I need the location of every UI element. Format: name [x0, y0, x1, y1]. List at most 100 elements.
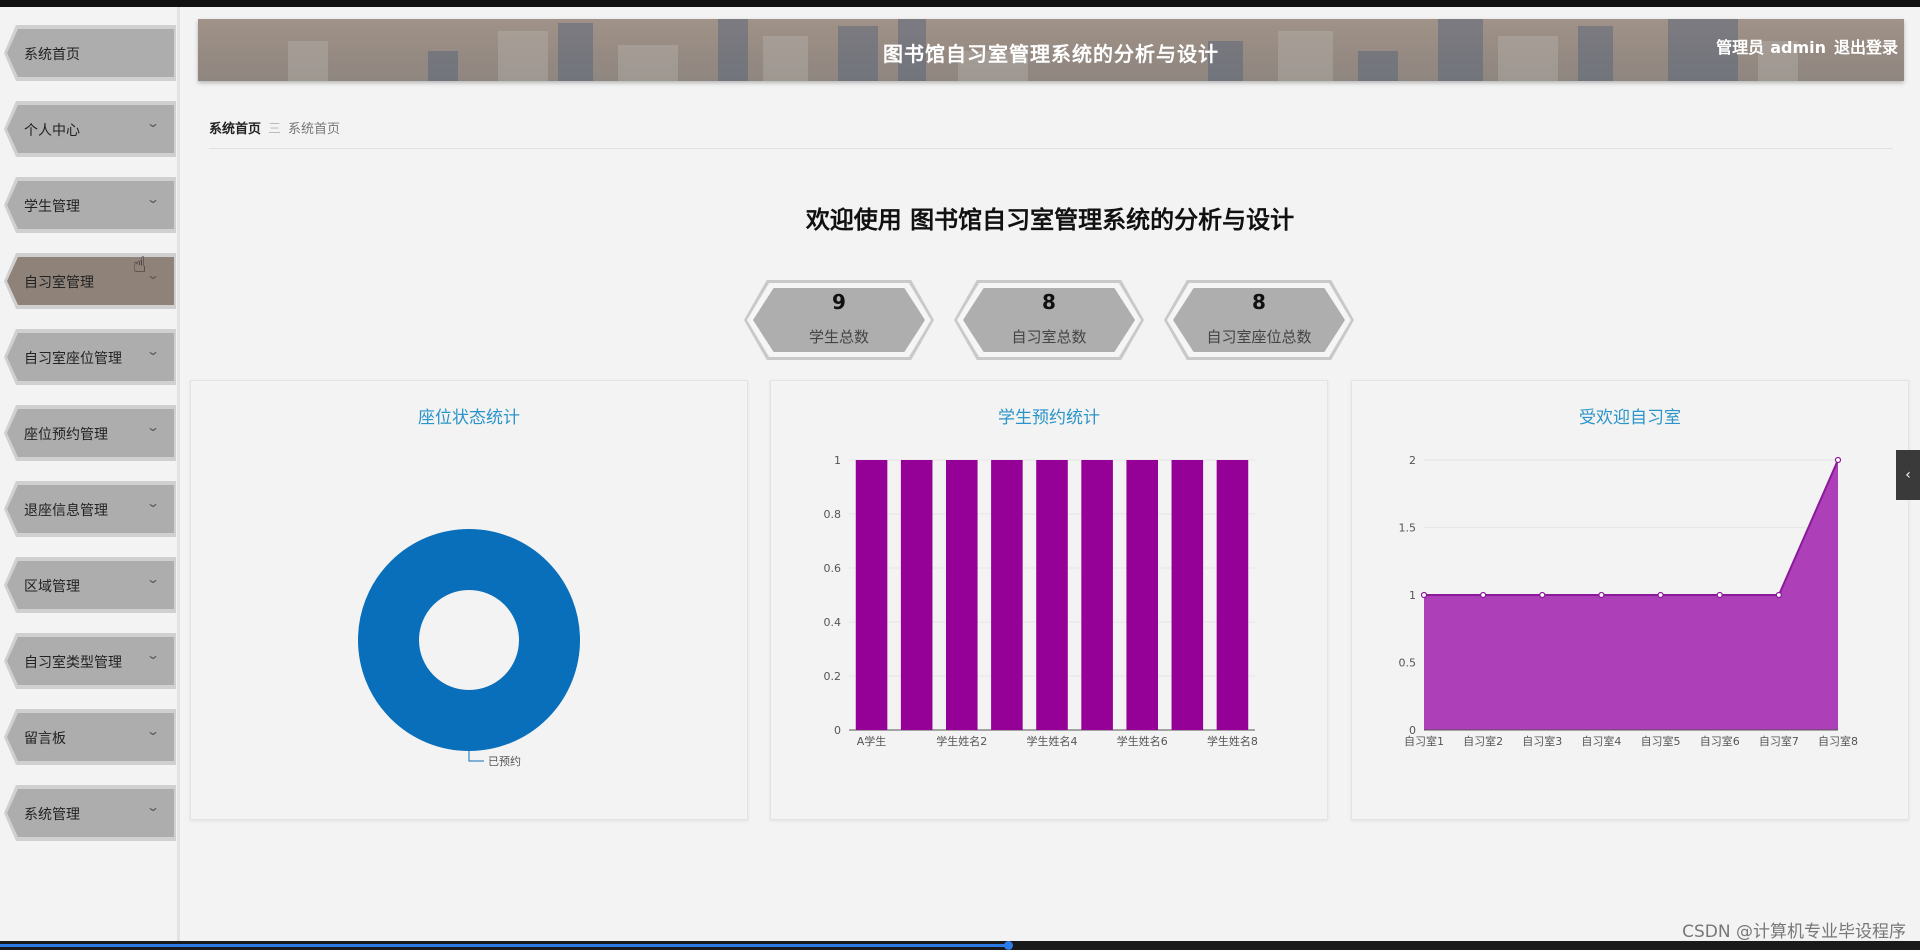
- chevron-down-icon: ⌄: [145, 648, 161, 662]
- stat-value: 9: [832, 290, 846, 314]
- slice-label: 已预约: [488, 755, 521, 768]
- sidebar-item-label: 系统管理: [24, 807, 80, 823]
- stat-label: 自习室座位总数: [1206, 328, 1312, 346]
- sidebar-item[interactable]: 自习室座位管理 ⌄: [4, 329, 176, 385]
- seat-status-chart-card: 座位状态统计 已预约: [190, 380, 748, 820]
- bar: [1126, 460, 1159, 730]
- y-tick-label: 1: [834, 454, 841, 467]
- header-user: 管理员 admin 退出登录: [1708, 34, 1898, 58]
- x-tick-label: 自习室8: [1818, 734, 1858, 748]
- x-tick-label: 自习室3: [1522, 734, 1562, 748]
- sidebar-item-label: 系统首页: [24, 47, 80, 63]
- chevron-down-icon: ⌄: [145, 420, 161, 434]
- stat-student-total: 9 学生总数: [744, 280, 934, 360]
- x-tick-label: 自习室6: [1700, 734, 1740, 748]
- chevron-down-icon: ⌄: [145, 344, 161, 358]
- logout-link[interactable]: 退出登录: [1834, 38, 1898, 57]
- student-booking-chart-card: 学生预约统计 0 0.2 0.4 0.6 0.8 1 A学生 学生姓名2 学生姓名4 学生姓名6 学…: [770, 380, 1328, 820]
- mouse-cursor-icon: ☝: [133, 253, 147, 278]
- data-point: [1480, 591, 1487, 599]
- sidebar-item[interactable]: 系统首页: [4, 25, 176, 81]
- x-tick-label: A学生: [857, 734, 887, 748]
- x-tick-label: 学生姓名2: [936, 734, 987, 748]
- stat-value: 8: [1042, 290, 1056, 314]
- x-tick-label: 学生姓名6: [1117, 734, 1168, 748]
- progress-fill: [0, 944, 1010, 947]
- breadcrumb: 系统首页三系统首页: [209, 118, 340, 137]
- window-top-strip: [0, 0, 1920, 7]
- data-point: [1657, 591, 1664, 599]
- sidebar-item[interactable]: 学生管理 ⌄: [4, 177, 176, 233]
- sidebar-item[interactable]: 自习室类型管理 ⌄: [4, 633, 176, 689]
- y-tick-label: 1.5: [1399, 522, 1417, 535]
- collapse-panel-tab[interactable]: ‹: [1896, 450, 1920, 500]
- x-tick-label: 自习室7: [1759, 734, 1799, 748]
- stat-label: 自习室总数: [1011, 328, 1087, 346]
- data-point: [1598, 591, 1605, 599]
- data-point: [1775, 591, 1782, 599]
- y-tick-label: 0: [834, 724, 841, 737]
- sidebar-item[interactable]: 退座信息管理 ⌄: [4, 481, 176, 537]
- sidebar-item[interactable]: 留言板 ⌄: [4, 709, 176, 765]
- bar: [900, 460, 933, 730]
- x-tick-label: 学生姓名4: [1027, 734, 1078, 748]
- y-tick-label: 0.4: [824, 616, 842, 629]
- x-tick-label: 自习室1: [1404, 734, 1444, 748]
- sidebar-item[interactable]: 座位预约管理 ⌄: [4, 405, 176, 461]
- chevron-down-icon: ⌄: [145, 572, 161, 586]
- x-tick-label: 自习室5: [1641, 734, 1681, 748]
- student-booking-bar-chart: 0 0.2 0.4 0.6 0.8 1 A学生 学生姓名2 学生姓名4 学生姓名6 学生姓名8: [824, 454, 1258, 748]
- sidebar-item[interactable]: 个人中心 ⌄: [4, 101, 176, 157]
- chevron-down-icon: ⌄: [145, 800, 161, 814]
- sidebar-item-label: 留言板: [24, 731, 66, 747]
- sidebar-item-label: 座位预约管理: [24, 427, 108, 443]
- header-title: 图书馆自习室管理系统的分析与设计: [883, 42, 1219, 66]
- sidebar-item[interactable]: 自习室管理 ⌄: [4, 253, 176, 309]
- chevron-down-icon: ⌄: [145, 192, 161, 206]
- data-point: [1420, 591, 1428, 599]
- breadcrumb-divider: [209, 148, 1893, 149]
- breadcrumb-home[interactable]: 系统首页: [209, 122, 261, 137]
- donut-slice: [358, 529, 580, 751]
- y-tick-label: 1: [1409, 589, 1416, 602]
- progress-handle[interactable]: [1004, 941, 1013, 950]
- sidebar-item-label: 个人中心: [24, 123, 80, 139]
- y-tick-label: 0.6: [824, 562, 842, 575]
- sidebar-item-label: 自习室类型管理: [24, 655, 122, 671]
- x-tick-label: 学生姓名8: [1207, 734, 1258, 748]
- stat-label: 学生总数: [808, 328, 869, 346]
- sidebar-item-label: 自习室管理: [24, 275, 94, 291]
- chevron-down-icon: ⌄: [145, 268, 161, 282]
- header-banner: 图书馆自习室管理系统的分析与设计 管理员 admin 退出登录: [198, 19, 1904, 81]
- sidebar-item[interactable]: 区域管理 ⌄: [4, 557, 176, 613]
- stat-value: 8: [1252, 290, 1266, 314]
- bar: [991, 460, 1023, 730]
- y-tick-label: 0.2: [824, 670, 842, 683]
- stat-seat-total: 8 自习室座位总数: [1164, 280, 1354, 360]
- y-tick-label: 0.8: [824, 508, 842, 521]
- bar: [945, 460, 978, 730]
- bar: [1216, 460, 1249, 730]
- bar: [1081, 460, 1113, 730]
- sidebar: 系统首页个人中心 ⌄ 学生管理 ⌄ 自习室管理 ⌄ 自习室座位管理 ⌄ 座位预约管理 ⌄ 退座信息管…: [0, 7, 180, 941]
- sidebar-item-label: 自习室座位管理: [24, 351, 122, 367]
- sidebar-item-label: 退座信息管理: [24, 503, 108, 519]
- popular-room-chart-card: 受欢迎自习室 0 0.5 1 1.5 2 自习室1 自习室2 自习室3 自习室4 自习室5 自习室6…: [1351, 380, 1909, 820]
- slice-label-line: [468, 751, 484, 762]
- seat-status-donut-chart: 已预约: [358, 529, 580, 768]
- x-tick-label: 自习室2: [1463, 734, 1503, 748]
- bar: [1171, 460, 1204, 730]
- bar: [1036, 460, 1068, 730]
- user-name: admin: [1770, 38, 1826, 57]
- sidebar-item[interactable]: 系统管理 ⌄: [4, 785, 176, 841]
- data-point: [1716, 591, 1723, 599]
- x-tick-label: 自习室4: [1581, 734, 1621, 748]
- chevron-down-icon: ⌄: [145, 724, 161, 738]
- welcome-title: 欢迎使用 图书馆自习室管理系统的分析与设计: [805, 206, 1295, 234]
- data-point: [1834, 456, 1842, 464]
- popular-room-area-chart: 00.511.52自习室1 自习室2 自习室3 自习室4 自习室5 自习室6 自习室7 自习室…: [1399, 454, 1859, 748]
- sidebar-item-label: 学生管理: [24, 199, 80, 215]
- video-progress-bar[interactable]: [0, 941, 1920, 950]
- chevron-down-icon: ⌄: [145, 116, 161, 130]
- bar: [855, 460, 888, 730]
